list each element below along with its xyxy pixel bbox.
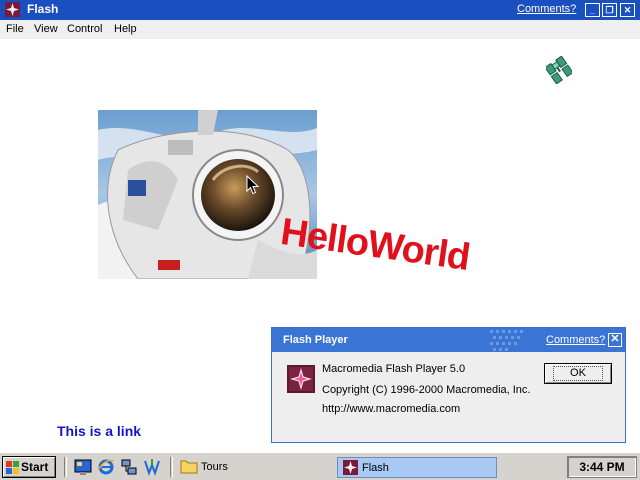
flash-task-icon: [343, 460, 358, 475]
title-bar[interactable]: Flash Comments? _ ❐ ✕: [0, 0, 640, 20]
window-title: Flash: [27, 2, 59, 16]
menu-control[interactable]: Control: [67, 23, 102, 35]
about-dialog: Flash Player Comments? ✕ Macromedia Flas…: [271, 327, 626, 443]
flash-task-button[interactable]: Flash: [337, 457, 497, 478]
start-label: Start: [21, 460, 49, 474]
flash-player-icon: [287, 365, 315, 393]
dialog-title-bar[interactable]: Flash Player Comments? ✕: [272, 328, 625, 352]
start-button[interactable]: Start: [2, 456, 56, 478]
flash-app-icon: [5, 2, 20, 17]
flash-task-label: Flash: [362, 462, 389, 474]
dialog-title: Flash Player: [283, 334, 348, 346]
menu-file[interactable]: File: [6, 23, 24, 35]
stage-link[interactable]: This is a link: [57, 423, 141, 439]
folder-icon: [180, 460, 198, 474]
menu-view[interactable]: View: [34, 23, 58, 35]
menu-help[interactable]: Help: [114, 23, 137, 35]
comments-link[interactable]: Comments?: [517, 3, 576, 15]
restore-button[interactable]: ❐: [602, 3, 617, 17]
ok-button-label: OK: [553, 366, 603, 381]
menu-bar: File View Control Help: [0, 20, 640, 39]
satellite-icon: [546, 56, 572, 84]
ok-button[interactable]: OK: [544, 363, 612, 384]
dialog-version-text: Macromedia Flash Player 5.0: [322, 363, 466, 375]
network-icon[interactable]: [120, 458, 138, 476]
ie-icon[interactable]: [97, 458, 115, 476]
outlook-icon[interactable]: [143, 458, 161, 476]
tours-label: Tours: [201, 461, 228, 473]
dialog-close-button[interactable]: ✕: [608, 333, 622, 347]
desktop-icon[interactable]: [74, 458, 92, 476]
dialog-url-text: http://www.macromedia.com: [322, 403, 461, 415]
dialog-comments-link[interactable]: Comments?: [546, 334, 605, 346]
dialog-copyright-text: Copyright (C) 1996-2000 Macromedia, Inc.: [322, 384, 531, 396]
mouse-pointer-icon: [246, 175, 259, 195]
windows-logo-icon: [6, 461, 19, 474]
minimize-button[interactable]: _: [585, 3, 600, 17]
taskbar-separator: [64, 457, 67, 477]
taskbar: Start Tours Flash 3:44 PM: [0, 452, 640, 480]
close-button[interactable]: ✕: [620, 3, 635, 17]
system-clock[interactable]: 3:44 PM: [567, 456, 637, 478]
taskbar-separator: [170, 457, 173, 477]
